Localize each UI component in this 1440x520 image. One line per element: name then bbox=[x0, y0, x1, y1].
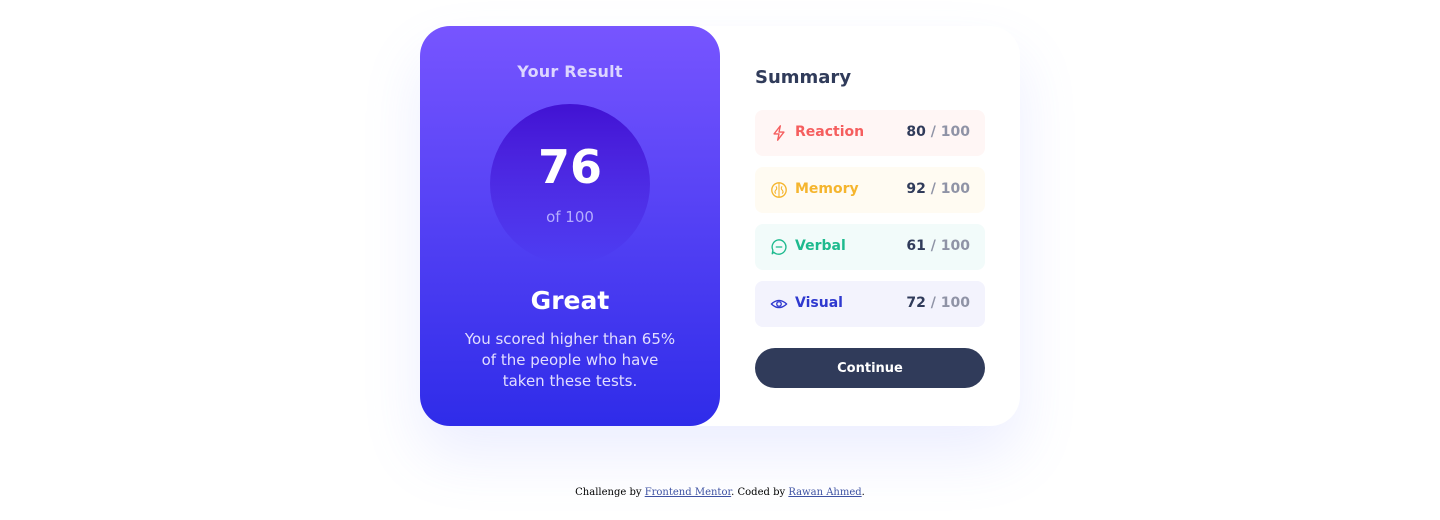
results-card: Your Result 76 of 100 Great You scored h… bbox=[420, 26, 1020, 426]
summary-row-memory: Memory 92 / 100 bbox=[755, 167, 985, 213]
score-max: / 100 bbox=[930, 238, 970, 254]
continue-button[interactable]: Continue bbox=[755, 348, 985, 388]
score-of: of 100 bbox=[546, 208, 594, 226]
score-max: / 100 bbox=[930, 295, 970, 311]
summary-panel: Summary Reaction 80 / 100 Memory 92 / 10… bbox=[720, 26, 1020, 426]
summary-row-label: Verbal bbox=[795, 238, 846, 254]
page: Your Result 76 of 100 Great You scored h… bbox=[0, 0, 1440, 520]
chat-icon bbox=[771, 239, 787, 255]
author-link[interactable]: Rawan Ahmed bbox=[788, 487, 861, 498]
attribution-footer: Challenge by Frontend Mentor. Coded by R… bbox=[0, 487, 1440, 498]
summary-row-score: 92 / 100 bbox=[906, 181, 970, 197]
summary-row-reaction: Reaction 80 / 100 bbox=[755, 110, 985, 156]
result-panel: Your Result 76 of 100 Great You scored h… bbox=[420, 26, 720, 426]
footer-text: Challenge by bbox=[575, 487, 645, 498]
rating-heading: Great bbox=[530, 286, 610, 315]
score-value: 72 bbox=[906, 295, 926, 311]
footer-text: . Coded by bbox=[731, 487, 789, 498]
summary-title: Summary bbox=[755, 67, 852, 88]
score-value: 61 bbox=[906, 238, 926, 254]
score-circle: 76 of 100 bbox=[490, 104, 650, 264]
rating-description: You scored higher than 65% of the people… bbox=[464, 330, 676, 390]
result-title: Your Result bbox=[517, 62, 623, 81]
summary-row-verbal: Verbal 61 / 100 bbox=[755, 224, 985, 270]
score-value: 80 bbox=[906, 124, 926, 140]
score-value: 92 bbox=[906, 181, 926, 197]
score-max: / 100 bbox=[930, 124, 970, 140]
lightning-icon bbox=[773, 125, 785, 141]
footer-text: . bbox=[861, 487, 865, 498]
summary-row-label: Reaction bbox=[795, 124, 865, 140]
summary-row-score: 80 / 100 bbox=[906, 124, 970, 140]
summary-row-score: 61 / 100 bbox=[906, 238, 970, 254]
summary-row-visual: Visual 72 / 100 bbox=[755, 281, 985, 327]
eye-icon bbox=[770, 299, 788, 309]
summary-row-label: Memory bbox=[795, 181, 859, 197]
summary-row-label: Visual bbox=[795, 295, 843, 311]
brain-icon bbox=[771, 182, 787, 198]
score-max: / 100 bbox=[930, 181, 970, 197]
score-value: 76 bbox=[537, 140, 602, 194]
summary-row-score: 72 / 100 bbox=[906, 295, 970, 311]
frontend-mentor-link[interactable]: Frontend Mentor bbox=[645, 487, 731, 498]
